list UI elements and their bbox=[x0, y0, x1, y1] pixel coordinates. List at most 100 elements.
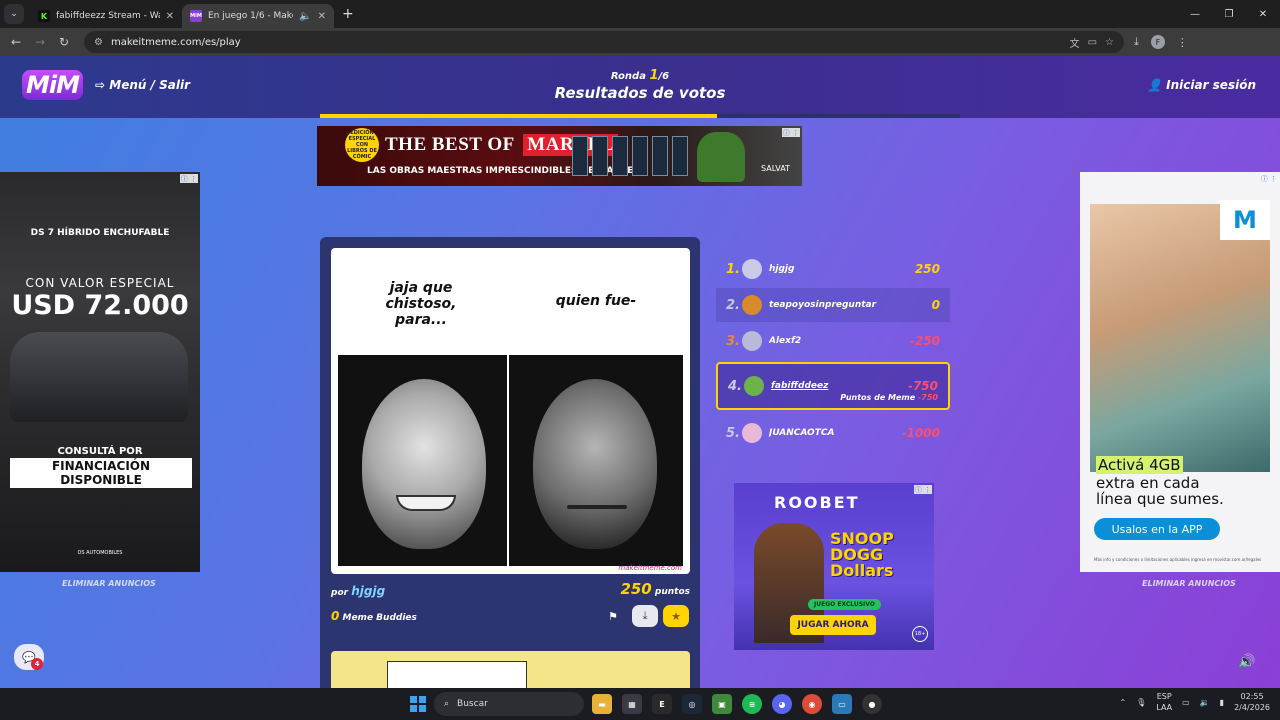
ds7-side-ad[interactable]: ⓘ ⋮ DS 7 HÍBRIDO ENCHUFABLE CON VALOR ES… bbox=[0, 172, 200, 572]
search-icon: ⌕ bbox=[444, 699, 450, 709]
mim-logo[interactable]: MiM bbox=[22, 70, 83, 100]
roobet-play-button[interactable]: JUGAR AHORA bbox=[790, 615, 876, 635]
mim-favicon-icon: MiM bbox=[190, 10, 202, 22]
forward-icon[interactable]: → bbox=[28, 35, 52, 49]
back-icon[interactable]: ← bbox=[4, 35, 28, 49]
leaderboard-row-current-player: 4. fabiffddeez -750 Puntos de Meme -750 bbox=[716, 362, 950, 410]
microphone-icon[interactable]: 🎙 bbox=[1136, 698, 1146, 707]
marvel-ad-badge: EDICIÓN ESPECIAL CON LIBROS DE CÓMIC bbox=[345, 128, 379, 162]
obs-icon[interactable]: ● bbox=[862, 694, 882, 714]
file-explorer-icon[interactable]: ▬ bbox=[592, 694, 612, 714]
download-icon[interactable]: ⤓ bbox=[1134, 35, 1139, 49]
meme-caption-left: jaja que chistoso, para... bbox=[385, 280, 457, 328]
favorite-star-button[interactable]: ★ bbox=[663, 605, 689, 627]
tray-chevron-icon[interactable]: ⌃ bbox=[1119, 698, 1126, 707]
by-label: por bbox=[331, 588, 349, 598]
remove-ads-link-right[interactable]: ELIMINAR ANUNCIOS bbox=[1142, 579, 1236, 588]
lang-top: ESP bbox=[1156, 692, 1172, 701]
movistar-app-button[interactable]: Usalos en la APP bbox=[1094, 518, 1220, 540]
adchoices-icon[interactable]: ⓘ ⋮ bbox=[782, 128, 800, 137]
windows-start-icon[interactable] bbox=[410, 696, 426, 712]
points-label: puntos bbox=[654, 587, 690, 597]
tab-kick-stream[interactable]: K fabiffdeezz Stream - Watch Live ✕ bbox=[30, 4, 182, 28]
discord-icon[interactable]: ◕ bbox=[772, 694, 792, 714]
meme-watermark: makeitmeme.com bbox=[618, 564, 682, 572]
minimize-icon[interactable]: — bbox=[1178, 0, 1212, 28]
app-window-icon[interactable]: ▭ bbox=[832, 694, 852, 714]
window-controls: — ❐ ✕ bbox=[1178, 0, 1280, 28]
smiling-face-image bbox=[338, 355, 507, 566]
adchoices-icon[interactable]: ⓘ ⋮ bbox=[180, 174, 198, 183]
couple-photo bbox=[1090, 204, 1270, 472]
author-name[interactable]: hjgjg bbox=[351, 584, 385, 598]
browser-menu-icon[interactable]: ⋮ bbox=[1177, 36, 1188, 49]
login-button[interactable]: 👤 Iniciar sesión bbox=[1147, 78, 1256, 92]
translate-icon[interactable]: 文 bbox=[1070, 35, 1080, 50]
cast-icon[interactable]: ▭ bbox=[1088, 37, 1097, 48]
language-indicator[interactable]: ESP LAA bbox=[1156, 691, 1172, 713]
meme-points-breakdown: Puntos de Meme -750 bbox=[840, 393, 938, 402]
report-flag-icon[interactable]: ⚑ bbox=[608, 610, 618, 623]
menu-exit-link[interactable]: ⇨ Menú / Salir bbox=[95, 78, 190, 92]
url-field[interactable]: ⚙ makeitmeme.com/es/play 文 ▭ ☆ bbox=[84, 31, 1124, 53]
tab-close-icon[interactable]: ✕ bbox=[318, 11, 326, 22]
adchoices-icon[interactable]: ⓘ ⋮ bbox=[914, 485, 932, 494]
movistar-line1: Activá 4GB bbox=[1096, 456, 1183, 474]
meme-points-label: Puntos de Meme bbox=[840, 393, 916, 402]
ds7-cta-box: FINANCIACIÓN DISPONIBLE bbox=[10, 458, 192, 488]
meme-caption-right: quien fue- bbox=[555, 293, 637, 309]
store-icon[interactable]: ▦ bbox=[622, 694, 642, 714]
new-tab-button[interactable]: + bbox=[342, 6, 354, 22]
profile-avatar[interactable]: F bbox=[1150, 35, 1165, 49]
taskbar-search[interactable]: ⌕ Buscar bbox=[434, 692, 584, 716]
sound-toggle-icon[interactable]: 🔊 bbox=[1238, 654, 1255, 670]
network-icon[interactable]: ▭ bbox=[1182, 698, 1190, 707]
roobet-ad[interactable]: ⓘ ⋮ ROOBET SNOOP DOGG Dollars JUEGO EXCL… bbox=[734, 483, 934, 650]
player-name: hjgjg bbox=[769, 264, 795, 274]
adchoices-icon[interactable]: ⓘ ⋮ bbox=[1260, 174, 1278, 183]
user-icon: 👤 bbox=[1146, 78, 1162, 92]
movistar-side-ad[interactable]: ⓘ ⋮ M Activá 4GB extra en cada línea que… bbox=[1080, 172, 1280, 572]
battery-icon[interactable]: ▮ bbox=[1220, 698, 1224, 707]
buddies-count: 0 bbox=[331, 609, 340, 623]
leaderboard-row: 2. teapoyosinpreguntar 0 bbox=[716, 288, 950, 322]
ds7-price: USD 72.000 bbox=[11, 290, 189, 321]
minecraft-icon[interactable]: ▣ bbox=[712, 694, 732, 714]
login-label: Iniciar sesión bbox=[1166, 78, 1256, 92]
ds7-offer: CON VALOR ESPECIAL bbox=[25, 276, 175, 290]
meme-points: 250 puntos bbox=[620, 580, 690, 598]
chat-unread-badge: 4 bbox=[31, 658, 43, 670]
steam-icon[interactable]: ◎ bbox=[682, 694, 702, 714]
menu-exit-label: Menú / Salir bbox=[109, 78, 191, 92]
meme-image: jaja que chistoso, para... quien fue- ma… bbox=[331, 248, 690, 574]
marvel-banner-ad[interactable]: EDICIÓN ESPECIAL CON LIBROS DE CÓMIC THE… bbox=[317, 126, 802, 186]
leaderboard-row: 1. hjgjg 250 bbox=[716, 252, 950, 286]
epic-games-icon[interactable]: E bbox=[652, 694, 672, 714]
remove-ads-link-left[interactable]: ELIMINAR ANUNCIOS bbox=[62, 579, 156, 588]
volume-icon[interactable]: 🔉 bbox=[1200, 698, 1210, 707]
spotify-icon[interactable]: ≋ bbox=[742, 694, 762, 714]
lang-bottom: LAA bbox=[1156, 703, 1173, 712]
reload-icon[interactable]: ↻ bbox=[52, 35, 76, 49]
tab-search-dropdown[interactable]: ⌄ bbox=[4, 4, 24, 24]
chrome-icon[interactable]: ◉ bbox=[802, 694, 822, 714]
meme-buddies: 0 Meme Buddies bbox=[331, 609, 417, 623]
round-label: Ronda bbox=[610, 71, 646, 82]
site-info-icon[interactable]: ⚙ bbox=[94, 37, 103, 48]
restore-icon[interactable]: ❐ bbox=[1212, 0, 1246, 28]
player-score: -250 bbox=[909, 334, 940, 348]
player-name[interactable]: fabiffddeez bbox=[771, 381, 908, 391]
tab-make-it-meme[interactable]: MiM En juego 1/6 - Make it Meme 🔈 ✕ bbox=[182, 4, 334, 28]
movistar-fine-print: Más info y condiciones o limitaciones ap… bbox=[1094, 557, 1262, 562]
game-header: MiM ⇨ Menú / Salir Ronda 1/6 Resultados … bbox=[0, 56, 1280, 118]
speaker-icon[interactable]: 🔈 bbox=[299, 11, 311, 22]
age-badge: 18+ bbox=[912, 626, 928, 642]
clock[interactable]: 02:55 2/4/2026 bbox=[1234, 691, 1270, 713]
tab-close-icon[interactable]: ✕ bbox=[166, 11, 174, 22]
meme-points-value: -750 bbox=[917, 393, 938, 402]
player-score: 0 bbox=[931, 298, 940, 312]
bookmark-star-icon[interactable]: ☆ bbox=[1105, 37, 1114, 48]
windows-taskbar: ⌕ Buscar ▬ ▦ E ◎ ▣ ≋ ◕ ◉ ▭ ● ⌃ 🎙 ESP LAA… bbox=[0, 688, 1280, 720]
download-meme-button[interactable]: ⤓ bbox=[632, 605, 658, 627]
close-window-icon[interactable]: ✕ bbox=[1246, 0, 1280, 28]
